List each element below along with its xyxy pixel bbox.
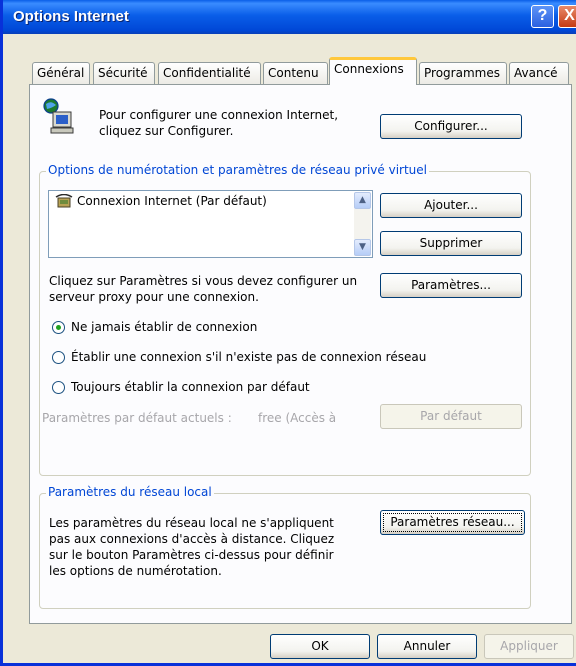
cancel-button[interactable]: Annuler	[377, 634, 477, 659]
lan-text-line1: Les paramètres du réseau local ne s'appl…	[49, 516, 334, 530]
radio-never-dial-label[interactable]: Ne jamais établir de connexion	[71, 320, 257, 334]
radio-dial-when-no-network-label[interactable]: Établir une connexion s'il n'existe pas …	[71, 350, 426, 364]
settings-text-line1: Cliquez sur Paramètres si vous devez con…	[49, 274, 358, 288]
tab-advanced[interactable]: Avancé	[509, 62, 569, 84]
network-computer-icon	[43, 98, 74, 134]
tab-privacy[interactable]: Confidentialité	[158, 62, 261, 84]
lan-text-line3: sur le bouton Paramètres ci-dessus pour …	[49, 548, 334, 562]
options-internet-window: Options Internet ? X Général Sécurité Co…	[0, 0, 576, 666]
scroll-down-icon[interactable]: ▼	[354, 239, 371, 256]
connection-label: Connexion Internet (Par défaut)	[77, 194, 267, 208]
apply-button[interactable]: Appliquer	[484, 634, 574, 659]
settings-button[interactable]: Paramètres...	[380, 273, 522, 298]
help-icon[interactable]: ?	[531, 5, 554, 28]
lan-text-line2: pas aux connexions d'accès à distance. C…	[49, 532, 335, 546]
remove-button[interactable]: Supprimer	[380, 231, 522, 256]
lan-settings-button[interactable]: Paramètres réseau...	[380, 510, 525, 535]
tab-connections[interactable]: Connexions	[329, 57, 417, 85]
dialup-group-title: Options de numérotation et paramètres de…	[46, 163, 429, 177]
radio-always-dial[interactable]	[52, 381, 65, 394]
radio-never-dial[interactable]	[52, 321, 65, 334]
ok-button[interactable]: OK	[270, 634, 370, 659]
title-bar[interactable]: Options Internet ? X	[3, 0, 576, 34]
add-button[interactable]: Ajouter...	[380, 193, 522, 218]
lan-group-title: Paramètres du réseau local	[46, 485, 214, 499]
radio-dial-when-no-network[interactable]	[52, 351, 65, 364]
tab-content[interactable]: Contenu	[263, 62, 328, 84]
window-title: Options Internet	[13, 8, 129, 25]
scrollbar-track[interactable]	[354, 209, 371, 239]
close-icon[interactable]: X	[558, 5, 576, 28]
connections-listbox[interactable]: Connexion Internet (Par défaut) ▲ ▼	[48, 190, 373, 258]
radio-always-dial-label[interactable]: Toujours établir la connexion par défaut	[71, 380, 310, 394]
setup-text-line1: Pour configurer une connexion Internet,	[99, 108, 339, 122]
lan-text-line4: les options de numérotation.	[49, 564, 222, 578]
tab-programs[interactable]: Programmes	[419, 62, 507, 84]
list-item[interactable]: Connexion Internet (Par défaut)	[51, 193, 353, 211]
current-default-label: Paramètres par défaut actuels :	[42, 411, 232, 425]
set-default-button[interactable]: Par défaut	[380, 404, 522, 429]
current-default-value: free (Accès à	[258, 411, 337, 425]
settings-text-line2: serveur proxy pour une connexion.	[49, 290, 259, 304]
setup-text-line2: cliquez sur Configurer.	[99, 124, 234, 138]
tab-general[interactable]: Général	[32, 62, 90, 84]
scroll-up-icon[interactable]: ▲	[354, 192, 371, 209]
radio-selected-dot	[56, 325, 61, 330]
configure-button[interactable]: Configurer...	[380, 114, 522, 139]
dialup-connection-icon	[55, 194, 73, 208]
tab-security[interactable]: Sécurité	[93, 62, 155, 84]
